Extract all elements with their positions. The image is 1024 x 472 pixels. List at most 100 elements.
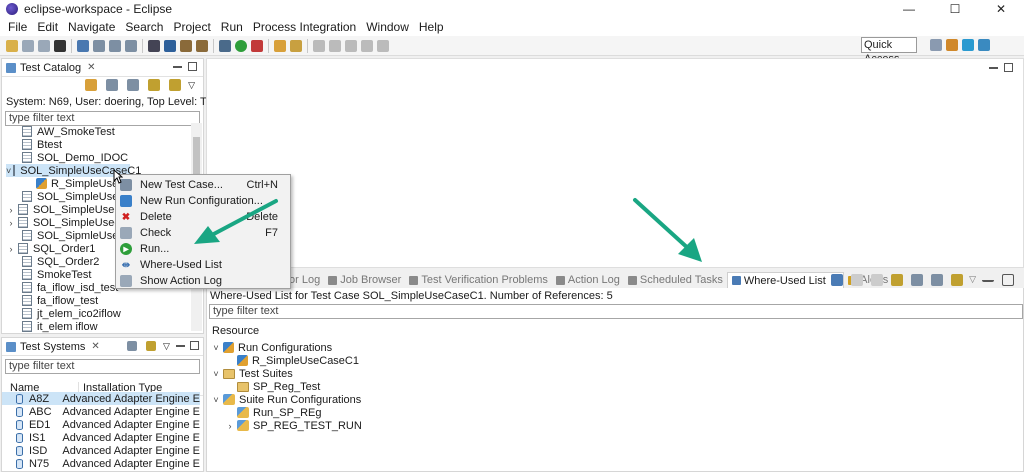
chevron-right-icon[interactable]: › xyxy=(6,205,16,215)
menu-process-integration[interactable]: Process Integration xyxy=(248,20,361,34)
perspective-pi-icon[interactable] xyxy=(978,39,990,51)
list-item[interactable]: fa_iflow_isd_test xyxy=(10,281,118,294)
list-item[interactable]: jt_elem_ico2iflow xyxy=(10,307,121,320)
sync-icon[interactable] xyxy=(148,79,161,91)
quick-access-field[interactable]: Quick Access xyxy=(861,37,917,65)
new-test-icon[interactable] xyxy=(106,79,119,91)
close-icon[interactable]: ✕ xyxy=(91,341,99,352)
link-icon[interactable] xyxy=(169,79,182,91)
list-item[interactable]: SOL_Demo_IDOC xyxy=(10,151,128,164)
pencil-icon[interactable] xyxy=(290,39,302,52)
list-item[interactable]: SmokeTest xyxy=(10,268,91,281)
table-row[interactable]: A8Z Advanced Adapter Engine E xyxy=(2,392,200,405)
minimize-icon[interactable] xyxy=(989,63,998,69)
new-config-icon[interactable] xyxy=(127,79,140,91)
test-systems-tab[interactable]: Test Systems ✕ ▽ xyxy=(2,338,203,356)
save-icon[interactable] xyxy=(22,39,34,52)
menu-run[interactable]: Run xyxy=(216,20,248,34)
tab-job-browser[interactable]: Job Browser xyxy=(324,274,405,286)
maximize-icon[interactable] xyxy=(1002,274,1014,286)
menu-navigate[interactable]: Navigate xyxy=(63,20,120,34)
menu-item-where-used-list[interactable]: ⇹ Where-Used List xyxy=(116,257,290,273)
minimize-button[interactable]: — xyxy=(886,0,932,18)
list-item[interactable]: AW_SmokeTest xyxy=(10,125,115,138)
chevron-down-icon[interactable]: ˅ xyxy=(211,369,221,379)
open-folder-icon[interactable] xyxy=(85,79,98,91)
collapse-all-icon[interactable] xyxy=(911,274,924,286)
tab-scheduled-tasks[interactable]: Scheduled Tasks xyxy=(624,274,727,286)
menu-project[interactable]: Project xyxy=(168,20,215,34)
doc-new-icon[interactable] xyxy=(109,39,121,52)
perspective-java-icon[interactable] xyxy=(946,39,958,51)
maximize-icon[interactable] xyxy=(1004,63,1013,72)
close-icon[interactable]: ✕ xyxy=(87,62,95,73)
forward-icon[interactable] xyxy=(377,39,389,52)
list-item[interactable]: it_elem iflow xyxy=(10,320,98,333)
minimize-icon[interactable] xyxy=(176,341,185,347)
column-header-resource[interactable]: Resource xyxy=(207,319,1023,339)
view-menu-icon[interactable]: ▽ xyxy=(188,80,195,91)
list-item[interactable]: SP_Reg_Test xyxy=(237,380,320,393)
menu-item-new-test-case[interactable]: New Test Case... Ctrl+N xyxy=(116,177,290,193)
user-icon[interactable] xyxy=(54,39,66,52)
tool-icon[interactable] xyxy=(148,39,160,52)
tree-group[interactable]: ˅ Test Suites xyxy=(211,367,292,380)
chevron-down-icon[interactable]: ˅ xyxy=(211,395,221,405)
table-row[interactable]: ED1 Advanced Adapter Engine E xyxy=(2,418,200,431)
save-all-icon[interactable] xyxy=(38,39,50,52)
tab-where-used-list[interactable]: Where-Used List✕ xyxy=(726,272,845,288)
chevron-down-icon[interactable]: ˅ xyxy=(211,343,221,353)
debug-icon[interactable] xyxy=(219,39,231,52)
table-row[interactable]: IS1 Advanced Adapter Engine E xyxy=(2,431,200,444)
table-row[interactable]: N75 Advanced Adapter Engine E xyxy=(2,457,200,470)
view-menu-icon[interactable]: ▽ xyxy=(163,341,171,351)
test-catalog-tab[interactable]: Test Catalog ✕ xyxy=(2,59,203,77)
menu-edit[interactable]: Edit xyxy=(32,20,63,34)
tree-group[interactable]: ˅ Suite Run Configurations xyxy=(211,393,361,406)
menu-window[interactable]: Window xyxy=(361,20,414,34)
gear-icon[interactable] xyxy=(180,39,192,52)
tab-test-verification-problems[interactable]: Test Verification Problems xyxy=(405,274,552,286)
where-used-filter-input[interactable]: type filter text xyxy=(209,304,1023,319)
console-icon[interactable] xyxy=(77,39,89,52)
back-icon[interactable] xyxy=(851,274,864,286)
table-row[interactable]: ABC Advanced Adapter Engine E xyxy=(2,405,200,418)
list-item-selected[interactable]: ˅ SOL_SimpleUseCaseC1 xyxy=(6,164,141,177)
back-icon[interactable] xyxy=(361,39,373,52)
chevron-down-icon[interactable]: ˅ xyxy=(6,166,11,176)
perspective-test-icon[interactable] xyxy=(962,39,974,51)
open-folder-icon[interactable] xyxy=(274,39,286,52)
doc-edit-icon[interactable] xyxy=(125,39,137,52)
tree-group[interactable]: ˅ Run Configurations xyxy=(211,341,332,354)
maximize-button[interactable]: ☐ xyxy=(932,0,978,18)
open-perspective-icon[interactable] xyxy=(930,39,942,51)
list-item[interactable]: R_SimpleUseCaseC1 xyxy=(237,354,359,367)
refresh-icon[interactable] xyxy=(891,274,904,286)
view-menu-icon[interactable]: ▽ xyxy=(969,274,976,286)
gears-icon[interactable] xyxy=(196,39,208,52)
menu-search[interactable]: Search xyxy=(120,20,168,34)
chevron-right-icon[interactable]: › xyxy=(6,244,16,254)
list-item[interactable]: › SQL_Order1 xyxy=(6,242,96,255)
run-icon[interactable] xyxy=(235,39,247,52)
expand-all-icon[interactable] xyxy=(931,274,944,286)
sync-icon[interactable] xyxy=(146,341,156,351)
doc-icon[interactable] xyxy=(93,39,105,52)
monitor-icon[interactable] xyxy=(164,39,176,52)
last-edit-icon[interactable] xyxy=(345,39,357,52)
menu-file[interactable]: File xyxy=(3,20,32,34)
link-icon[interactable] xyxy=(951,274,964,286)
close-button[interactable]: ✕ xyxy=(978,0,1024,18)
next-annotation-icon[interactable] xyxy=(313,39,325,52)
list-item[interactable]: Btest xyxy=(10,138,62,151)
list-item[interactable]: fa_iflow_test xyxy=(10,294,98,307)
external-tools-icon[interactable] xyxy=(251,39,263,52)
minimize-icon[interactable] xyxy=(982,274,994,282)
forward-icon[interactable] xyxy=(871,274,884,286)
maximize-icon[interactable] xyxy=(188,62,197,71)
list-item[interactable]: SQL_Order2 xyxy=(10,255,99,268)
new-system-icon[interactable] xyxy=(127,341,137,351)
systems-filter-input[interactable]: type filter text xyxy=(5,359,200,374)
menu-item-show-action-log[interactable]: Show Action Log xyxy=(116,273,290,289)
maximize-icon[interactable] xyxy=(190,341,199,350)
